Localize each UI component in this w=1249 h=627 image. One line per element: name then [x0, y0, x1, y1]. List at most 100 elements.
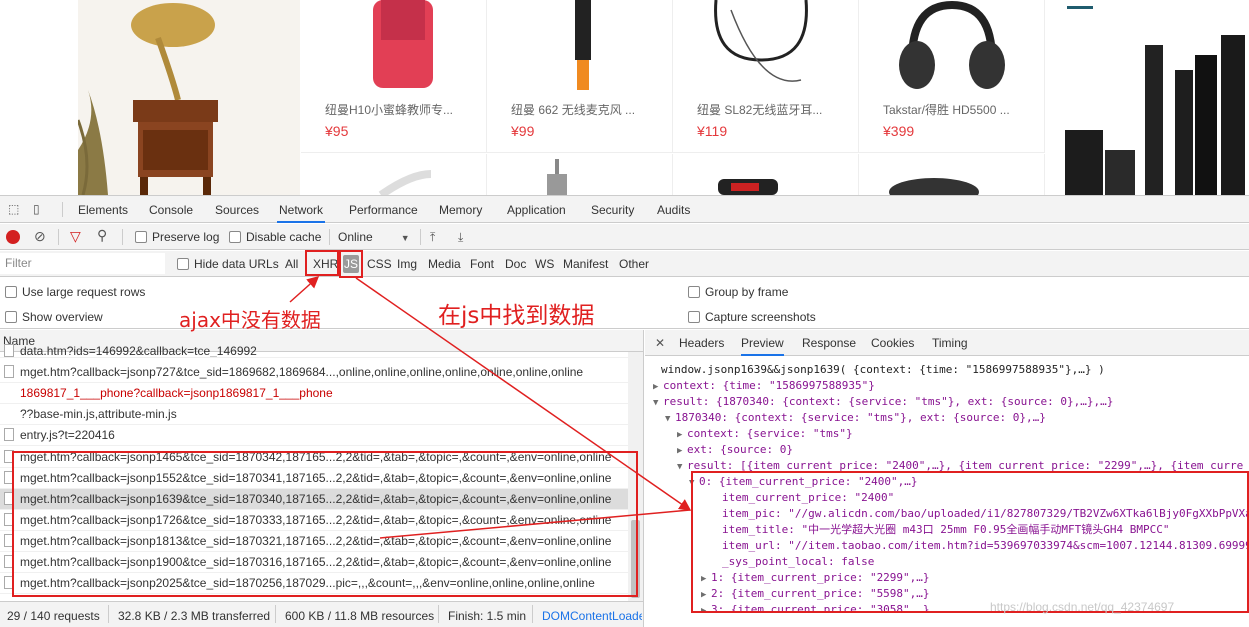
device-toolbar-icon[interactable]: ▯: [33, 203, 47, 216]
product-name[interactable]: 纽曼 662 无线麦克风 ...: [511, 101, 661, 118]
capture-screenshots-checkbox[interactable]: Capture screenshots: [688, 310, 816, 324]
request-row[interactable]: ??base-min.js,attribute-min.js: [0, 404, 628, 425]
show-overview-checkbox[interactable]: Show overview: [5, 310, 103, 324]
product-card[interactable]: 纽曼 662 无线麦克风 ... ¥99: [487, 0, 673, 153]
checkbox-icon[interactable]: [688, 286, 700, 298]
tree-line[interactable]: _sys_point_local: false: [722, 554, 874, 570]
type-filter-xhr[interactable]: XHR: [313, 257, 338, 271]
checkbox-icon[interactable]: [5, 311, 17, 323]
request-row[interactable]: mget.htm?callback=jsonp2025&tce_sid=1870…: [0, 573, 628, 594]
product-card[interactable]: 纽曼H10小蜜蜂教师专... ¥95: [301, 0, 487, 153]
product-card[interactable]: [859, 154, 1045, 195]
request-row[interactable]: mget.htm?callback=jsonp1813&tce_sid=1870…: [0, 531, 628, 552]
tab-network[interactable]: Network: [277, 196, 326, 223]
expand-arrow-icon[interactable]: ▶: [701, 603, 711, 612]
request-list-scrollbar[interactable]: [628, 352, 643, 601]
close-icon[interactable]: ✕: [655, 330, 665, 356]
filter-input[interactable]: Filter: [0, 253, 165, 274]
tab-application[interactable]: Application: [505, 196, 568, 223]
product-name[interactable]: 纽曼 SL82无线蓝牙耳...: [697, 101, 847, 118]
tree-node[interactable]: ▶ context: {service: "tms"}: [677, 426, 853, 442]
speaker-ad-image[interactable]: [1045, 0, 1249, 195]
tab-sources[interactable]: Sources: [213, 196, 261, 223]
tab-preview[interactable]: Preview: [741, 330, 784, 356]
expand-arrow-icon[interactable]: ▶: [677, 443, 687, 459]
product-card[interactable]: [487, 154, 673, 195]
tree-line[interactable]: item_pic: "//gw.alicdn.com/bao/uploaded/…: [722, 506, 1249, 522]
type-filter-doc[interactable]: Doc: [505, 257, 526, 271]
request-row[interactable]: mget.htm?callback=jsonp1552&tce_sid=1870…: [0, 468, 628, 489]
tree-node[interactable]: ▼ 1870340: {context: {service: "tms"}, ex…: [665, 410, 1046, 426]
tab-console[interactable]: Console: [147, 196, 195, 223]
tab-performance[interactable]: Performance: [347, 196, 420, 223]
large-rows-checkbox[interactable]: Use large request rows: [5, 285, 145, 299]
tree-node[interactable]: ▼ result: [{item_current_price: "2400",…}…: [677, 458, 1243, 474]
tree-node[interactable]: ▶ 3: {item_current_price: "3058",…}: [701, 602, 930, 612]
request-row[interactable]: data.htm?ids=146992&callback=tce_146992: [0, 344, 628, 358]
tree-line[interactable]: item_current_price: "2400": [722, 490, 894, 506]
request-row[interactable]: mget.htm?callback=jsonp1900&tce_sid=1870…: [0, 552, 628, 573]
expand-arrow-icon[interactable]: ▶: [701, 571, 711, 587]
type-filter-font[interactable]: Font: [470, 257, 494, 271]
tree-node[interactable]: ▶ context: {time: "1586997588935"}: [653, 378, 875, 394]
tree-line[interactable]: item_title: "中一光学超大光圈 m43口 25mm F0.95全画幅…: [722, 522, 1170, 538]
expand-arrow-icon[interactable]: ▶: [677, 427, 687, 443]
tab-elements[interactable]: Elements: [76, 196, 130, 223]
checkbox-icon[interactable]: [688, 311, 700, 323]
type-filter-ws[interactable]: WS: [535, 257, 554, 271]
product-card[interactable]: [673, 154, 859, 195]
collapse-arrow-icon[interactable]: ▼: [665, 411, 675, 427]
product-card[interactable]: Takstar/得胜 HD5500 ... ¥399: [859, 0, 1045, 153]
expand-arrow-icon[interactable]: ▶: [653, 379, 663, 395]
request-row[interactable]: entry.js?t=220416: [0, 425, 628, 446]
product-card[interactable]: [301, 154, 487, 195]
tab-audits[interactable]: Audits: [655, 196, 692, 223]
type-filter-manifest[interactable]: Manifest: [563, 257, 608, 271]
hide-data-urls-checkbox[interactable]: Hide data URLs: [177, 257, 279, 271]
product-name[interactable]: Takstar/得胜 HD5500 ...: [883, 101, 1033, 118]
tab-timing[interactable]: Timing: [932, 330, 968, 356]
request-row[interactable]: mget.htm?callback=jsonp1465&tce_sid=1870…: [0, 447, 628, 468]
scrollbar-thumb[interactable]: [631, 520, 640, 598]
filter-icon[interactable]: ▽: [70, 229, 81, 243]
type-filter-css[interactable]: CSS: [367, 257, 392, 271]
tree-node[interactable]: ▶ 1: {item_current_price: "2299",…}: [701, 570, 930, 586]
request-row[interactable]: mget.htm?callback=jsonp727&tce_sid=18696…: [0, 362, 628, 383]
import-har-icon[interactable]: ⤒: [430, 230, 435, 244]
group-by-frame-checkbox[interactable]: Group by frame: [688, 285, 788, 299]
export-har-icon[interactable]: ⤓: [458, 230, 463, 244]
type-filter-img[interactable]: Img: [397, 257, 417, 271]
tab-response[interactable]: Response: [802, 330, 856, 356]
collapse-arrow-icon[interactable]: ▼: [677, 459, 687, 475]
tree-line[interactable]: item_url: "//item.taobao.com/item.htm?id…: [722, 538, 1249, 554]
inspect-element-icon[interactable]: ⬚: [8, 203, 22, 216]
product-name[interactable]: 纽曼H10小蜜蜂教师专...: [325, 101, 475, 118]
collapse-arrow-icon[interactable]: ▼: [689, 475, 699, 491]
checkbox-icon[interactable]: [229, 231, 241, 243]
clear-icon[interactable]: ⊘: [34, 229, 46, 243]
preserve-log-checkbox[interactable]: Preserve log: [135, 230, 219, 244]
throttle-select[interactable]: Online ▼: [338, 230, 410, 244]
type-filter-other[interactable]: Other: [619, 257, 649, 271]
request-row[interactable]: mget.htm?callback=jsonp1639&tce_sid=1870…: [0, 489, 628, 510]
type-filter-media[interactable]: Media: [428, 257, 461, 271]
tree-node[interactable]: ▶ ext: {source: 0}: [677, 442, 793, 458]
checkbox-icon[interactable]: [177, 258, 189, 270]
expand-arrow-icon[interactable]: ▶: [701, 587, 711, 603]
tree-node[interactable]: ▼ 0: {item_current_price: "2400",…}: [689, 474, 918, 490]
type-filter-all[interactable]: All: [285, 257, 298, 271]
request-row[interactable]: 1869817_1___phone?callback=jsonp1869817_…: [0, 383, 628, 404]
product-card[interactable]: 纽曼 SL82无线蓝牙耳... ¥119: [673, 0, 859, 153]
tab-security[interactable]: Security: [589, 196, 636, 223]
type-filter-js[interactable]: JS: [343, 255, 359, 273]
tab-headers[interactable]: Headers: [679, 330, 724, 356]
checkbox-icon[interactable]: [5, 286, 17, 298]
search-icon[interactable]: ⚲: [97, 228, 107, 242]
checkbox-icon[interactable]: [135, 231, 147, 243]
tree-node[interactable]: ▶ 2: {item_current_price: "5598",…}: [701, 586, 930, 602]
tree-line[interactable]: window.jsonp1639&&jsonp1639( {context: {…: [661, 362, 1105, 378]
tab-memory[interactable]: Memory: [437, 196, 484, 223]
record-icon[interactable]: [6, 230, 20, 244]
collapse-arrow-icon[interactable]: ▼: [653, 395, 663, 411]
gramophone-banner-image[interactable]: [78, 0, 300, 195]
